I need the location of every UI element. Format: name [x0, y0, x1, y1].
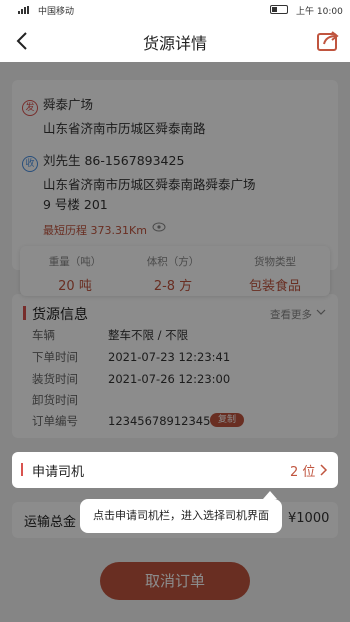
guide-overlay[interactable] [0, 62, 350, 622]
nav-bar: 货源详情 [0, 20, 350, 62]
signal-icon [18, 6, 32, 14]
driver-accent-bar [21, 463, 23, 476]
battery-icon [270, 5, 288, 14]
page-title: 货源详情 [142, 34, 207, 53]
guide-tooltip: 点击申请司机栏，进入选择司机界面 [80, 491, 282, 533]
clock: 上午 10:00 [296, 7, 343, 17]
carrier-label: 中国移动 [38, 7, 75, 17]
share-icon[interactable] [316, 28, 340, 52]
status-bar: 中国移动 上午 10:00 [0, 0, 350, 20]
chevron-right-icon [320, 464, 328, 476]
apply-driver-label: 申请司机 [32, 465, 85, 480]
driver-count: 2 位 [290, 465, 316, 480]
apply-driver-row[interactable]: 申请司机 2 位 [12, 452, 338, 488]
